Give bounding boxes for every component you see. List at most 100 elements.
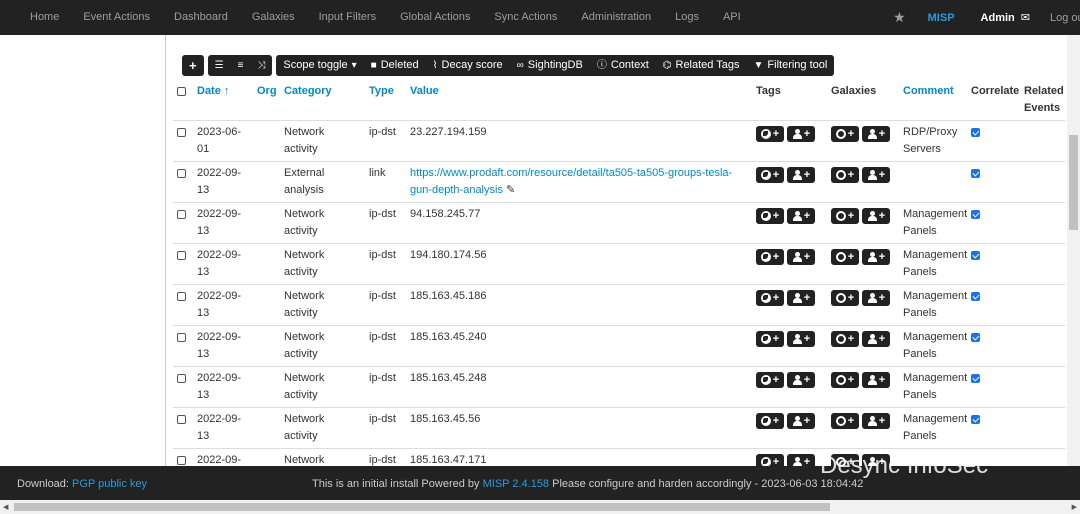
nav-sync-actions[interactable]: Sync Actions bbox=[482, 0, 569, 35]
add-global-galaxy-button[interactable]: + bbox=[831, 126, 859, 142]
row-checkbox[interactable] bbox=[177, 456, 186, 465]
add-local-galaxy-button[interactable]: + bbox=[862, 208, 890, 224]
add-global-galaxy-button[interactable]: + bbox=[831, 290, 859, 306]
nav-logs[interactable]: Logs bbox=[663, 0, 711, 35]
attribute-value[interactable]: 185.163.45.240 bbox=[410, 331, 486, 343]
nav-dashboard[interactable]: Dashboard bbox=[162, 0, 240, 35]
cell-type[interactable]: ip-dst bbox=[365, 243, 406, 285]
row-checkbox[interactable] bbox=[177, 251, 186, 260]
cell-category[interactable]: Network activity bbox=[280, 325, 365, 367]
header-category[interactable]: Category bbox=[280, 80, 365, 121]
add-global-tag-button[interactable]: + bbox=[756, 413, 784, 429]
list-view-button[interactable]: ☰ bbox=[208, 55, 231, 76]
add-local-tag-button[interactable]: + bbox=[787, 249, 815, 265]
cell-type[interactable]: ip-dst bbox=[365, 120, 406, 162]
nav-api[interactable]: API bbox=[711, 0, 753, 35]
cell-comment[interactable] bbox=[899, 161, 967, 203]
pgp-key-link[interactable]: PGP public key bbox=[72, 478, 147, 490]
cell-type[interactable]: ip-dst bbox=[365, 202, 406, 244]
header-value[interactable]: Value bbox=[406, 80, 752, 121]
cell-type[interactable]: ip-dst bbox=[365, 284, 406, 326]
scroll-right-arrow[interactable]: ▶ bbox=[1072, 503, 1077, 511]
correlate-checkbox[interactable] bbox=[971, 415, 980, 424]
add-local-galaxy-button[interactable]: + bbox=[862, 331, 890, 347]
cell-category[interactable]: External analysis bbox=[280, 161, 365, 203]
cell-comment[interactable]: Management Panels bbox=[899, 243, 967, 285]
add-global-tag-button[interactable]: + bbox=[756, 331, 784, 347]
cell-category[interactable]: Network activity bbox=[280, 407, 365, 449]
correlate-checkbox[interactable] bbox=[971, 333, 980, 342]
correlate-checkbox[interactable] bbox=[971, 169, 980, 178]
attribute-value[interactable]: 185.163.45.186 bbox=[410, 290, 486, 302]
cell-comment[interactable]: Management Panels bbox=[899, 407, 967, 449]
nav-event-actions[interactable]: Event Actions bbox=[71, 0, 162, 35]
nav-brand[interactable]: MISP bbox=[928, 12, 955, 24]
cell-date[interactable]: 2022-09-13 bbox=[193, 366, 253, 408]
add-global-tag-button[interactable]: + bbox=[756, 126, 784, 142]
cell-date[interactable]: 2022-09-13 bbox=[193, 407, 253, 449]
row-checkbox[interactable] bbox=[177, 292, 186, 301]
random-button[interactable]: ⤨ bbox=[250, 55, 272, 76]
cell-date[interactable]: 2022-09-13 bbox=[193, 243, 253, 285]
cell-type[interactable]: link bbox=[365, 161, 406, 203]
envelope-icon[interactable]: ✉ bbox=[1021, 11, 1030, 24]
nav-global-actions[interactable]: Global Actions bbox=[388, 0, 482, 35]
cell-category[interactable]: Network activity bbox=[280, 202, 365, 244]
add-local-tag-button[interactable]: + bbox=[787, 167, 815, 183]
nav-administration[interactable]: Administration bbox=[569, 0, 663, 35]
add-global-galaxy-button[interactable]: + bbox=[831, 167, 859, 183]
sightingdb-button[interactable]: ∞ SightingDB bbox=[510, 55, 590, 76]
add-attribute-button[interactable]: + bbox=[182, 55, 204, 76]
header-type[interactable]: Type bbox=[365, 80, 406, 121]
add-global-galaxy-button[interactable]: + bbox=[831, 372, 859, 388]
correlate-checkbox[interactable] bbox=[971, 251, 980, 260]
add-local-tag-button[interactable]: + bbox=[787, 372, 815, 388]
attribute-value[interactable]: 23.227.194.159 bbox=[410, 126, 486, 138]
attribute-value[interactable]: 185.163.45.56 bbox=[410, 413, 480, 425]
scope-toggle-button[interactable]: Scope toggle ▾ bbox=[276, 55, 363, 76]
align-button[interactable]: ≡ bbox=[231, 55, 251, 76]
misp-version-link[interactable]: MISP 2.4.158 bbox=[483, 478, 549, 490]
cell-category[interactable]: Network activity bbox=[280, 120, 365, 162]
star-icon[interactable]: ★ bbox=[893, 9, 906, 26]
cell-date[interactable]: 2022-09-13 bbox=[193, 202, 253, 244]
attribute-value[interactable]: 194.180.174.56 bbox=[410, 249, 486, 261]
deleted-button[interactable]: ■ Deleted bbox=[364, 55, 426, 76]
add-global-galaxy-button[interactable]: + bbox=[831, 208, 859, 224]
cell-comment[interactable]: Management Panels bbox=[899, 202, 967, 244]
nav-logout[interactable]: Log out bbox=[1050, 12, 1080, 24]
cell-comment[interactable]: RDP/Proxy Servers bbox=[899, 120, 967, 162]
add-local-tag-button[interactable]: + bbox=[787, 290, 815, 306]
cell-date[interactable]: 2022-09-13 bbox=[193, 325, 253, 367]
add-local-tag-button[interactable]: + bbox=[787, 208, 815, 224]
add-local-galaxy-button[interactable]: + bbox=[862, 126, 890, 142]
select-all-checkbox[interactable] bbox=[177, 87, 186, 96]
add-local-galaxy-button[interactable]: + bbox=[862, 372, 890, 388]
nav-galaxies[interactable]: Galaxies bbox=[240, 0, 307, 35]
header-date[interactable]: Date ↑ bbox=[193, 80, 253, 121]
row-checkbox[interactable] bbox=[177, 169, 186, 178]
cell-comment[interactable]: Management Panels bbox=[899, 325, 967, 367]
nav-user[interactable]: Admin bbox=[981, 12, 1015, 24]
vertical-scrollbar[interactable] bbox=[1067, 35, 1080, 466]
related-tags-button[interactable]: ⌬ Related Tags bbox=[656, 55, 747, 76]
row-checkbox[interactable] bbox=[177, 415, 186, 424]
cell-type[interactable]: ip-dst bbox=[365, 407, 406, 449]
add-local-galaxy-button[interactable]: + bbox=[862, 249, 890, 265]
cell-comment[interactable]: Management Panels bbox=[899, 284, 967, 326]
attribute-value[interactable]: 185.163.47.171 bbox=[410, 454, 486, 466]
attribute-value[interactable]: 185.163.45.248 bbox=[410, 372, 486, 384]
attribute-value[interactable]: 94.158.245.77 bbox=[410, 208, 480, 220]
scroll-left-arrow[interactable]: ◀ bbox=[3, 503, 8, 511]
header-org[interactable]: Org bbox=[253, 80, 280, 121]
add-global-galaxy-button[interactable]: + bbox=[831, 249, 859, 265]
add-local-galaxy-button[interactable]: + bbox=[862, 413, 890, 429]
cell-date[interactable]: 2023-06-01 bbox=[193, 120, 253, 162]
add-global-tag-button[interactable]: + bbox=[756, 208, 784, 224]
nav-home[interactable]: Home bbox=[0, 0, 71, 35]
add-local-galaxy-button[interactable]: + bbox=[862, 290, 890, 306]
nav-input-filters[interactable]: Input Filters bbox=[307, 0, 388, 35]
add-local-tag-button[interactable]: + bbox=[787, 126, 815, 142]
correlate-checkbox[interactable] bbox=[971, 128, 980, 137]
add-global-galaxy-button[interactable]: + bbox=[831, 331, 859, 347]
